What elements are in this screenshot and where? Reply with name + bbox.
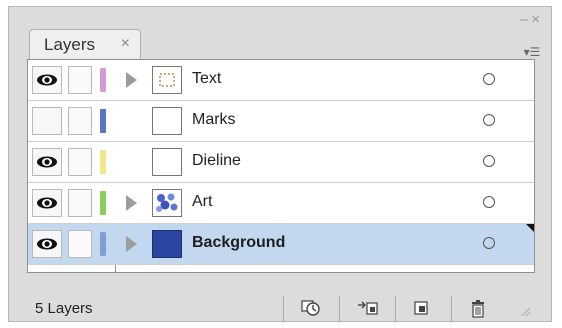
visibility-toggle[interactable] (32, 107, 62, 135)
trash-icon (472, 300, 484, 318)
layer-name[interactable]: Art (192, 193, 212, 211)
create-sublayer-button[interactable] (339, 296, 391, 322)
layer-color-chip (100, 191, 106, 215)
eye-icon (37, 238, 57, 250)
resize-grip-icon[interactable] (519, 305, 531, 317)
layer-thumbnail (152, 148, 182, 176)
window-controls[interactable]: –× (520, 11, 543, 28)
make-clipping-mask-button[interactable] (283, 296, 335, 322)
new-layer-button[interactable] (395, 296, 447, 322)
layer-row-marks[interactable]: Marks (28, 101, 534, 142)
target-icon[interactable] (483, 155, 495, 167)
text-thumb-icon (159, 73, 175, 87)
expand-arrow-icon[interactable] (126, 72, 137, 88)
lock-toggle[interactable] (68, 107, 92, 135)
lock-toggle[interactable] (68, 230, 92, 258)
lock-toggle[interactable] (68, 189, 92, 217)
layers-panel: –× Layers × ▾☰ Text Marks Dieline Art Ba… (8, 6, 552, 322)
panel-footer: 5 Layers (27, 291, 535, 322)
lock-toggle[interactable] (68, 66, 92, 94)
layer-thumbnail (152, 107, 182, 135)
layer-row-dieline[interactable]: Dieline (28, 142, 534, 183)
layer-count: 5 Layers (35, 300, 93, 317)
layer-thumbnail (152, 189, 182, 217)
close-icon[interactable]: × (121, 35, 130, 53)
layer-name[interactable]: Marks (192, 111, 236, 129)
layer-thumbnail (152, 230, 182, 258)
new-layer-icon (414, 301, 428, 315)
target-icon[interactable] (483, 237, 495, 249)
visibility-toggle[interactable] (32, 189, 62, 217)
target-icon[interactable] (483, 73, 495, 85)
make-clipping-mask-icon (301, 300, 320, 316)
layer-color-chip (100, 68, 106, 92)
layer-row-text[interactable]: Text (28, 60, 534, 101)
layer-color-chip (100, 232, 106, 256)
delete-layer-button[interactable] (451, 296, 503, 322)
expand-arrow-icon[interactable] (126, 236, 137, 252)
tab-layers[interactable]: Layers × (29, 29, 141, 59)
target-icon[interactable] (483, 196, 495, 208)
layer-row-art[interactable]: Art (28, 183, 534, 224)
layer-name[interactable]: Dieline (192, 152, 241, 170)
eye-icon (37, 156, 57, 168)
layer-thumbnail (152, 66, 182, 94)
create-sublayer-icon (358, 301, 378, 315)
eye-icon (37, 74, 57, 86)
lock-toggle[interactable] (68, 148, 92, 176)
visibility-toggle[interactable] (32, 230, 62, 258)
target-icon[interactable] (483, 114, 495, 126)
visibility-toggle[interactable] (32, 148, 62, 176)
tab-label: Layers (44, 35, 96, 54)
layer-name[interactable]: Background (192, 234, 285, 252)
layers-list: Text Marks Dieline Art Background (27, 59, 535, 273)
layer-name[interactable]: Text (192, 70, 221, 88)
eye-icon (37, 197, 57, 209)
layer-color-chip (100, 109, 106, 133)
layer-color-chip (100, 150, 106, 174)
layer-row-background[interactable]: Background (28, 224, 534, 265)
selection-indicator (526, 224, 534, 232)
expand-arrow-icon[interactable] (126, 195, 137, 211)
art-thumb-icon (156, 193, 178, 212)
visibility-toggle[interactable] (32, 66, 62, 94)
